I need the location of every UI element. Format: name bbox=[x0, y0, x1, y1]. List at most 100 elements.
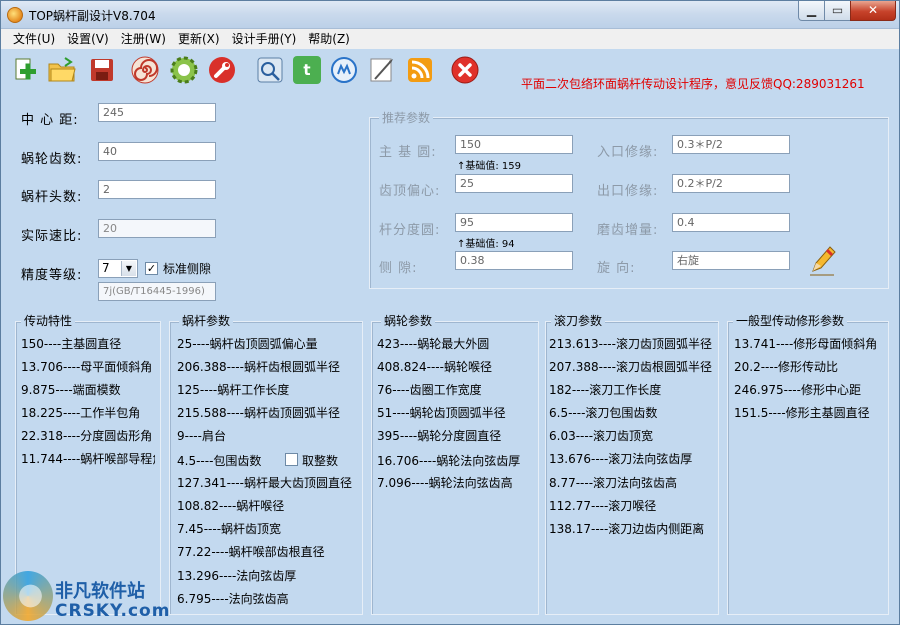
exit-icon[interactable] bbox=[450, 54, 480, 86]
worm-starts-input[interactable]: 2 bbox=[98, 180, 216, 199]
wear-add-label: 磨齿增量: bbox=[597, 223, 659, 238]
wheel-params-title: 蜗轮参数 bbox=[381, 312, 436, 329]
maximize-button[interactable]: ▭ bbox=[824, 1, 851, 21]
tooth-offset-label: 齿顶偏心: bbox=[379, 184, 441, 199]
list-item: 246.975----修形中心距 bbox=[734, 383, 861, 397]
watermark-line1: 非凡软件站 bbox=[55, 581, 145, 602]
rotation-label: 旋 向: bbox=[597, 261, 636, 276]
round-teeth-label: 取整数 bbox=[302, 454, 339, 468]
feedback-banner: 平面二次包络环面蜗杆传动设计程序，意见反馈QQ:289031261 bbox=[521, 77, 865, 91]
worm-starts-label: 蜗杆头数: bbox=[21, 190, 83, 205]
list-item: 18.225----工作半包角 bbox=[21, 406, 141, 420]
list-item: 11.744----蜗杆喉部导程角 bbox=[21, 452, 155, 466]
exit-mod-input[interactable]: 0.2＊P/2 bbox=[672, 174, 790, 193]
exit-mod-label: 出口修缘: bbox=[597, 184, 659, 199]
menu-settings[interactable]: 设置(V) bbox=[61, 29, 115, 49]
precision-label: 精度等级: bbox=[21, 268, 83, 283]
list-item: 76----齿圈工作宽度 bbox=[377, 383, 482, 397]
list-item: 395----蜗轮分度圆直径 bbox=[377, 429, 502, 443]
list-item: 206.388----蜗杆齿根圆弧半径 bbox=[177, 360, 340, 374]
list-item: 6.5----滚刀包围齿数 bbox=[549, 406, 658, 420]
new-file-icon[interactable] bbox=[9, 54, 39, 86]
menu-update[interactable]: 更新(X) bbox=[172, 29, 226, 49]
worm-pitch-input[interactable]: 95 bbox=[455, 213, 573, 232]
hob-params-title: 滚刀参数 bbox=[551, 312, 606, 329]
entry-mod-input[interactable]: 0.3＊P/2 bbox=[672, 135, 790, 154]
main-window: TOP蜗杆副设计V8.704 ▁ ▭ ✕ 文件(U) 设置(V) 注册(W) 更… bbox=[0, 0, 900, 625]
precision-standard-field[interactable]: 7j(GB/T16445-1996) bbox=[98, 282, 216, 301]
list-item: 22.318----分度圆齿形角 bbox=[21, 429, 153, 443]
list-item: 7.096----蜗轮法向弦齿高 bbox=[377, 476, 513, 490]
backlash-label: 侧 隙: bbox=[379, 261, 418, 276]
spiral-icon[interactable] bbox=[130, 54, 160, 86]
wear-add-input[interactable]: 0.4 bbox=[672, 213, 790, 232]
list-item: 215.588----蜗杆齿顶圆弧半径 bbox=[177, 406, 340, 420]
worm-pitch-hint: ↑基础值: 94 bbox=[457, 239, 515, 250]
site-watermark: 非凡软件站 CRSKY.com bbox=[3, 569, 171, 625]
chevron-down-icon[interactable]: ▼ bbox=[121, 261, 136, 276]
rss-icon[interactable] bbox=[405, 54, 435, 86]
menu-register[interactable]: 注册(W) bbox=[115, 29, 172, 49]
gear-teeth-input[interactable]: 40 bbox=[98, 142, 216, 161]
list-item: 182----滚刀工作长度 bbox=[549, 383, 662, 397]
list-item: 127.341----蜗杆最大齿顶圆直径 bbox=[177, 476, 352, 490]
title-bar[interactable]: TOP蜗杆副设计V8.704 ▁ ▭ ✕ bbox=[1, 1, 899, 29]
menu-file[interactable]: 文件(U) bbox=[7, 29, 61, 49]
list-item: 13.296----法向弦齿厚 bbox=[177, 569, 297, 583]
open-folder-icon[interactable] bbox=[47, 54, 77, 86]
entry-mod-label: 入口修缘: bbox=[597, 145, 659, 160]
green-tile-icon[interactable]: t bbox=[292, 54, 322, 86]
base-circle-label: 主 基 圆: bbox=[379, 145, 437, 160]
list-item: 13.706----母平面倾斜角 bbox=[21, 360, 153, 374]
window-title: TOP蜗杆副设计V8.704 bbox=[29, 9, 156, 23]
list-item: 77.22----蜗杆喉部齿根直径 bbox=[177, 545, 325, 559]
tooth-offset-input[interactable]: 25 bbox=[455, 174, 573, 193]
list-item: 9.875----端面模数 bbox=[21, 383, 121, 397]
save-disk-icon[interactable] bbox=[87, 54, 117, 86]
round-teeth-checkbox[interactable] bbox=[285, 453, 298, 466]
rotation-input[interactable]: 右旋 bbox=[672, 251, 790, 270]
pencil-icon[interactable] bbox=[807, 243, 837, 277]
menu-help[interactable]: 帮助(Z) bbox=[302, 29, 356, 49]
list-item: 138.17----滚刀边齿内侧距离 bbox=[549, 522, 705, 536]
blue-circle-icon[interactable] bbox=[329, 54, 359, 86]
list-item: 112.77----滚刀喉径 bbox=[549, 499, 657, 513]
list-item: 9----肩台 bbox=[177, 429, 226, 443]
crsky-logo-icon bbox=[3, 571, 53, 621]
worm-params-title: 蜗杆参数 bbox=[179, 312, 234, 329]
list-item: 7.45----蜗杆齿顶宽 bbox=[177, 522, 282, 536]
gear-icon[interactable] bbox=[169, 54, 199, 86]
gear-teeth-label: 蜗轮齿数: bbox=[21, 152, 83, 167]
list-item: 125----蜗杆工作长度 bbox=[177, 383, 290, 397]
calculator-icon[interactable] bbox=[255, 54, 285, 86]
watermark-line2: CRSKY.com bbox=[55, 601, 171, 621]
list-item: 16.706----蜗轮法向弦齿厚 bbox=[377, 454, 521, 468]
menu-manual[interactable]: 设计手册(Y) bbox=[226, 29, 303, 49]
standard-backlash-label: 标准侧隙 bbox=[163, 262, 212, 276]
list-item: 6.03----滚刀齿顶宽 bbox=[549, 429, 654, 443]
center-distance-input[interactable]: 245 bbox=[98, 103, 216, 122]
worm-pitch-label: 杆分度圆: bbox=[379, 223, 441, 238]
list-item: 20.2----修形传动比 bbox=[734, 360, 839, 374]
list-item: 151.5----修形主基圆直径 bbox=[734, 406, 870, 420]
close-button[interactable]: ✕ bbox=[850, 1, 896, 21]
list-item: 408.824----蜗轮喉径 bbox=[377, 360, 492, 374]
precision-select[interactable]: 7 ▼ bbox=[98, 259, 138, 278]
list-item: 13.676----滚刀法向弦齿厚 bbox=[549, 452, 693, 466]
list-item: 25----蜗杆齿顶圆弧偏心量 bbox=[177, 337, 318, 351]
backlash-input[interactable]: 0.38 bbox=[455, 251, 573, 270]
standard-backlash-checkbox[interactable]: ✓ bbox=[145, 262, 158, 275]
drawing-icon[interactable] bbox=[367, 54, 397, 86]
list-item: 6.795----法向弦齿高 bbox=[177, 592, 289, 606]
list-item: 8.77----滚刀法向弦齿高 bbox=[549, 476, 678, 490]
ratio-input[interactable]: 20 bbox=[98, 219, 216, 238]
menu-bar: 文件(U) 设置(V) 注册(W) 更新(X) 设计手册(Y) 帮助(Z) bbox=[1, 29, 899, 49]
list-item: 423----蜗轮最大外圆 bbox=[377, 337, 490, 351]
base-circle-hint: ↑基础值: 159 bbox=[457, 161, 522, 172]
modification-params-title: 一般型传动修形参数 bbox=[733, 312, 848, 329]
list-item: 207.388----滚刀齿根圆弧半径 bbox=[549, 360, 712, 374]
minimize-button[interactable]: ▁ bbox=[798, 1, 825, 21]
list-item: 51----蜗轮齿顶圆弧半径 bbox=[377, 406, 506, 420]
wrench-icon[interactable] bbox=[207, 54, 237, 86]
base-circle-input[interactable]: 150 bbox=[455, 135, 573, 154]
